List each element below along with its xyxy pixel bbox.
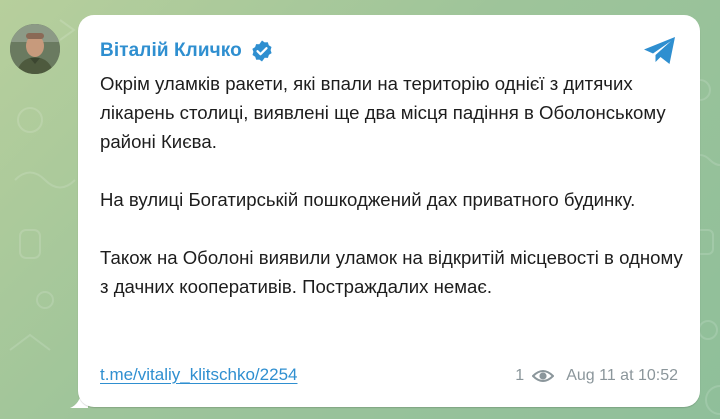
message-paragraph-3: Також на Оболоні виявили уламок на відкр… [100,247,683,297]
message-text: Окрім уламків ракети, які впали на терит… [100,69,690,301]
message-bubble: Віталій Кличко Окрім уламків ракети, які… [78,15,700,407]
post-link[interactable]: t.me/vitaliy_klitschko/2254 [100,365,297,385]
timestamp: Aug 11 at 10:52 [566,367,678,384]
message-paragraph-1: Окрім уламків ракети, які впали на терит… [100,73,666,152]
channel-avatar[interactable] [10,24,60,74]
message-footer: t.me/vitaliy_klitschko/2254 1 Aug 11 at … [100,365,678,389]
message-paragraph-2: На вулиці Богатирській пошкоджений дах п… [100,189,636,210]
message-header: Віталій Кличко [100,37,274,65]
telegram-plane-icon[interactable] [642,35,678,67]
eye-icon [532,370,555,382]
message-meta: 1 Aug 11 at 10:52 [515,367,678,385]
view-count: 1 [515,367,525,384]
verified-badge-icon [252,40,272,62]
avatar-portrait-icon [10,24,60,74]
author-name[interactable]: Віталій Кличко [100,40,242,62]
